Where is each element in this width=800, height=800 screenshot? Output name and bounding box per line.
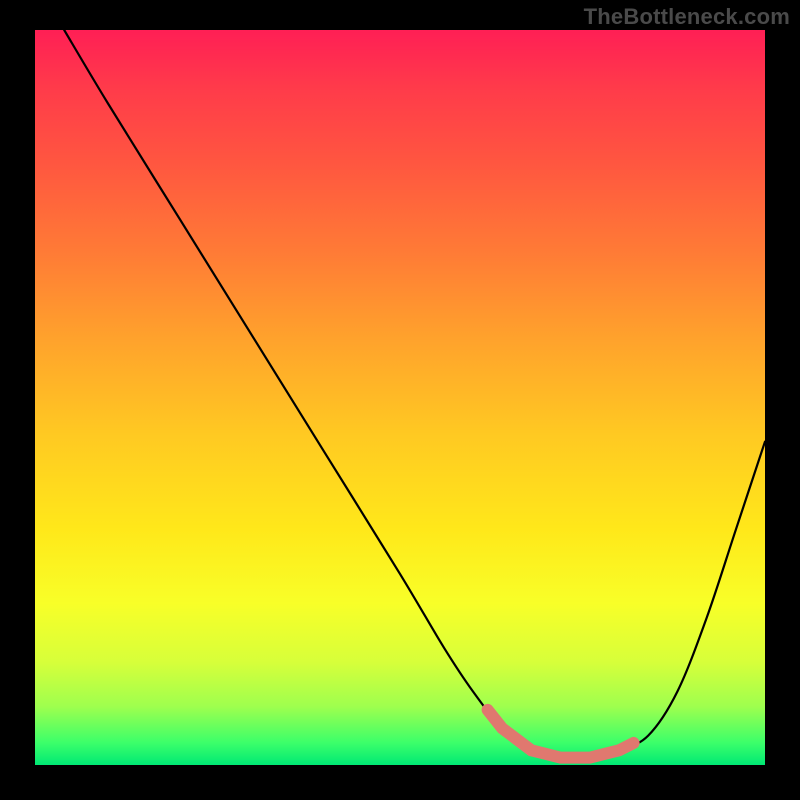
watermark-text: TheBottleneck.com [584, 4, 790, 30]
plot-area [35, 30, 765, 765]
optimal-range-marker [488, 710, 634, 758]
bottleneck-curve [64, 30, 765, 759]
curve-overlay [35, 30, 765, 765]
chart-frame: TheBottleneck.com [0, 0, 800, 800]
